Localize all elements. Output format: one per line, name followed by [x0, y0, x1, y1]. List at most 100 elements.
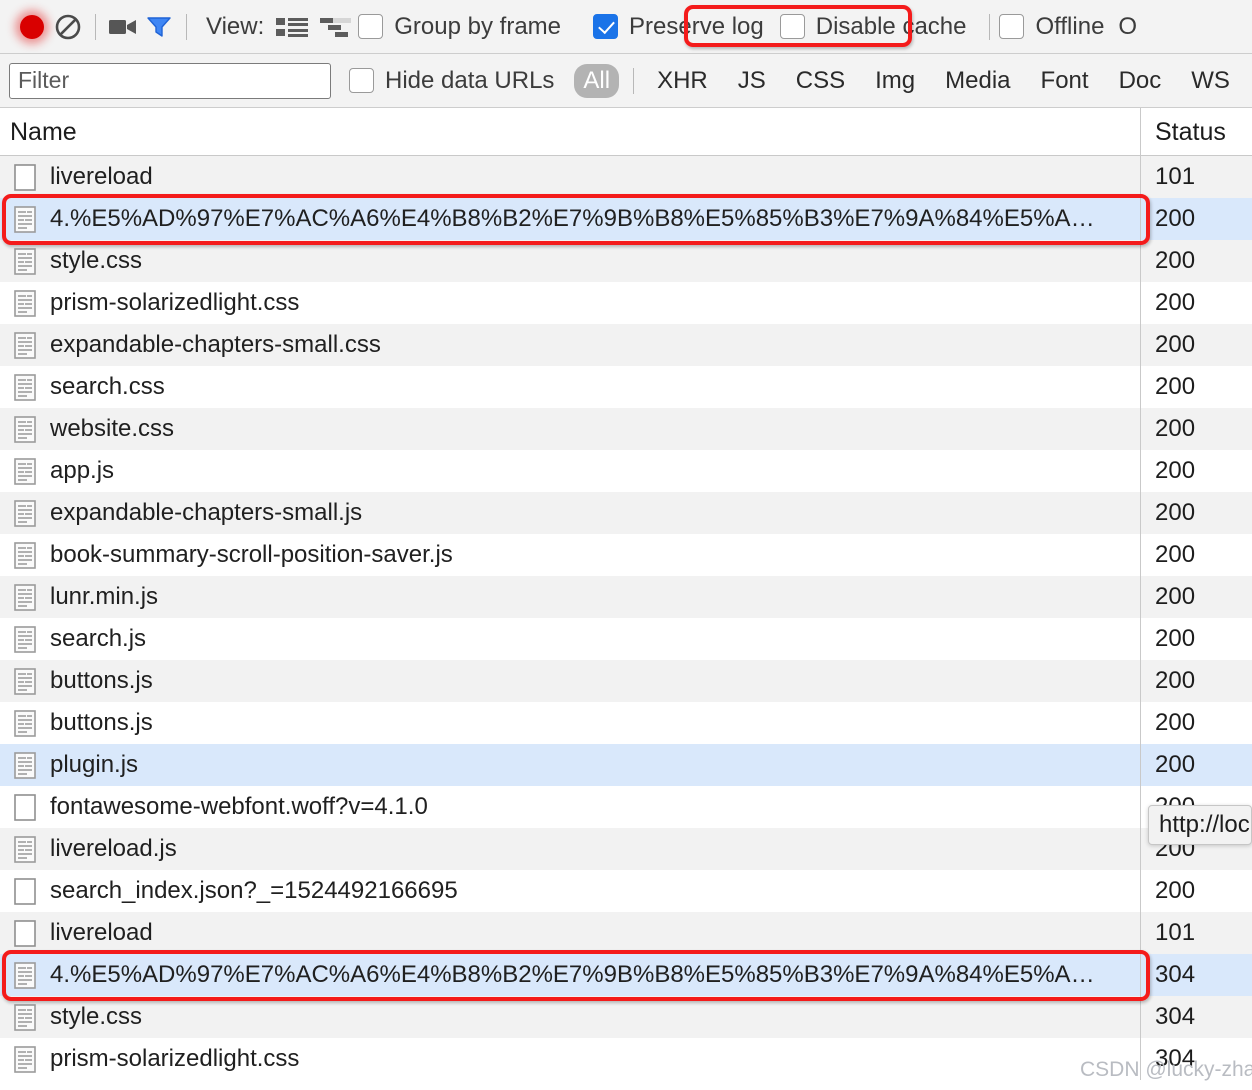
cell-name[interactable]: plugin.js — [0, 744, 1140, 786]
filter-type-doc[interactable]: Doc — [1110, 64, 1171, 98]
cell-status: 304 — [1140, 1038, 1252, 1080]
filter-type-media[interactable]: Media — [936, 64, 1019, 98]
filterbar-divider — [633, 67, 635, 94]
cell-name[interactable]: lunr.min.js — [0, 576, 1140, 618]
cell-name[interactable]: search_index.json?_=1524492166695 — [0, 870, 1140, 912]
request-name: buttons.js — [50, 667, 153, 694]
table-row[interactable]: prism-solarizedlight.css 304 — [0, 1038, 1252, 1080]
table-row[interactable]: lunr.min.js 200 — [0, 576, 1252, 618]
request-name: prism-solarizedlight.css — [50, 1045, 300, 1072]
table-row[interactable]: style.css 304 — [0, 996, 1252, 1038]
filter-toggle-button[interactable] — [141, 9, 177, 45]
text-document-icon — [14, 541, 36, 569]
filter-input[interactable] — [9, 62, 331, 99]
funnel-icon — [146, 15, 172, 39]
cell-name[interactable]: fontawesome-webfont.woff?v=4.1.0 — [0, 786, 1140, 828]
cell-name[interactable]: book-summary-scroll-position-saver.js — [0, 534, 1140, 576]
filter-type-js[interactable]: JS — [729, 64, 775, 98]
network-filter-bar: Hide data URLs All XHR JS CSS Img Media … — [0, 54, 1252, 108]
cell-name[interactable]: expandable-chapters-small.js — [0, 492, 1140, 534]
table-row[interactable]: search.css 200 — [0, 366, 1252, 408]
table-row[interactable]: fontawesome-webfont.woff?v=4.1.0200 — [0, 786, 1252, 828]
hide-data-urls-checkbox[interactable]: Hide data URLs — [349, 67, 568, 95]
table-row[interactable]: website.css 200 — [0, 408, 1252, 450]
blank-document-icon — [14, 793, 36, 821]
capture-screenshots-button[interactable] — [105, 9, 141, 45]
cell-name[interactable]: prism-solarizedlight.css — [0, 282, 1140, 324]
table-row[interactable]: livereload 101 — [0, 912, 1252, 954]
cell-name[interactable]: style.css — [0, 240, 1140, 282]
request-name: search_index.json?_=1524492166695 — [50, 877, 458, 904]
cell-name[interactable]: livereload — [0, 912, 1140, 954]
preserve-log-checkbox[interactable]: Preserve log — [593, 13, 778, 41]
text-document-icon — [14, 835, 36, 863]
cell-name[interactable]: 4.%E5%AD%97%E7%AC%A6%E4%B8%B2%E7%9B%B8%E… — [0, 954, 1140, 996]
table-row[interactable]: search_index.json?_=1524492166695 200 — [0, 870, 1252, 912]
cell-status: 101 — [1140, 912, 1252, 954]
column-header-status[interactable]: Status — [1140, 107, 1252, 156]
filter-type-ws[interactable]: WS — [1182, 64, 1239, 98]
cell-name[interactable]: search.css — [0, 366, 1140, 408]
request-name: app.js — [50, 457, 115, 484]
table-row[interactable]: search.js 200 — [0, 618, 1252, 660]
clear-button[interactable] — [50, 9, 86, 45]
cell-name[interactable]: livereload.js — [0, 828, 1140, 870]
column-header-name[interactable]: Name — [0, 108, 1140, 156]
offline-box[interactable] — [999, 14, 1025, 39]
request-name: 4.%E5%AD%97%E7%AC%A6%E4%B8%B2%E7%9B%B8%E… — [50, 961, 1095, 988]
throttling-dropdown[interactable]: O — [1118, 13, 1137, 41]
cell-name[interactable]: expandable-chapters-small.css — [0, 324, 1140, 366]
table-row[interactable]: buttons.js 200 — [0, 660, 1252, 702]
cell-name[interactable]: buttons.js — [0, 660, 1140, 702]
table-row[interactable]: expandable-chapters-small.js 200 — [0, 492, 1252, 534]
table-row[interactable]: 4.%E5%AD%97%E7%AC%A6%E4%B8%B2%E7%9B%B8%E… — [0, 198, 1252, 240]
record-button[interactable] — [14, 9, 50, 45]
table-row[interactable]: buttons.js 200 — [0, 702, 1252, 744]
text-document-icon — [14, 373, 36, 401]
cell-status: 200 — [1140, 870, 1252, 912]
cell-name[interactable]: website.css — [0, 408, 1140, 450]
text-document-icon — [14, 289, 36, 317]
request-name: prism-solarizedlight.css — [50, 289, 300, 316]
cell-name[interactable]: search.js — [0, 618, 1140, 660]
preserve-log-box[interactable] — [593, 14, 618, 39]
preserve-log-label: Preserve log — [629, 12, 764, 40]
list-view-icon[interactable] — [275, 14, 309, 40]
network-toolbar: View: Group by frame Preserve log Disabl… — [0, 0, 1252, 54]
disable-cache-checkbox[interactable]: Disable cache — [779, 12, 981, 41]
disable-cache-box[interactable] — [779, 14, 805, 39]
table-row[interactable]: livereload.js 200 — [0, 828, 1252, 870]
filter-type-all[interactable]: All — [574, 63, 620, 98]
offline-label: Offline — [1035, 12, 1105, 40]
table-row[interactable]: 4.%E5%AD%97%E7%AC%A6%E4%B8%B2%E7%9B%B8%E… — [0, 954, 1252, 996]
cell-name[interactable]: prism-solarizedlight.css — [0, 1038, 1140, 1080]
camera-icon — [108, 16, 138, 38]
cell-name[interactable]: style.css — [0, 996, 1140, 1038]
hide-data-urls-label: Hide data URLs — [385, 66, 555, 94]
filter-type-img[interactable]: Img — [866, 64, 924, 98]
request-name: search.css — [50, 373, 165, 400]
cell-name[interactable]: app.js — [0, 450, 1140, 492]
table-row[interactable]: expandable-chapters-small.css 200 — [0, 324, 1252, 366]
table-row[interactable]: app.js 200 — [0, 450, 1252, 492]
table-row[interactable]: prism-solarizedlight.css 200 — [0, 282, 1252, 324]
filter-type-css[interactable]: CSS — [787, 64, 854, 98]
cell-name[interactable]: 4.%E5%AD%97%E7%AC%A6%E4%B8%B2%E7%9B%B8%E… — [0, 198, 1140, 240]
filter-type-xhr[interactable]: XHR — [648, 64, 717, 98]
filter-type-font[interactable]: Font — [1032, 64, 1098, 98]
disable-cache-label: Disable cache — [815, 12, 967, 40]
hide-data-urls-box[interactable] — [349, 68, 374, 93]
table-body: livereload 101 4.%E5%AD%97%E7%AC%A6%E4%B8%… — [0, 156, 1252, 1080]
cell-name[interactable]: livereload — [0, 156, 1140, 198]
text-document-icon — [14, 709, 36, 737]
group-by-frame-box[interactable] — [358, 14, 384, 39]
table-row[interactable]: style.css 200 — [0, 240, 1252, 282]
table-row[interactable]: plugin.js 200 — [0, 744, 1252, 786]
cell-name[interactable]: buttons.js — [0, 702, 1140, 744]
waterfall-view-icon[interactable] — [319, 14, 353, 40]
group-by-frame-checkbox[interactable]: Group by frame — [358, 13, 575, 41]
table-row[interactable]: livereload 101 — [0, 156, 1252, 198]
offline-checkbox[interactable]: Offline — [999, 13, 1118, 41]
text-document-icon — [14, 415, 36, 443]
table-row[interactable]: book-summary-scroll-position-saver.js 200 — [0, 534, 1252, 576]
